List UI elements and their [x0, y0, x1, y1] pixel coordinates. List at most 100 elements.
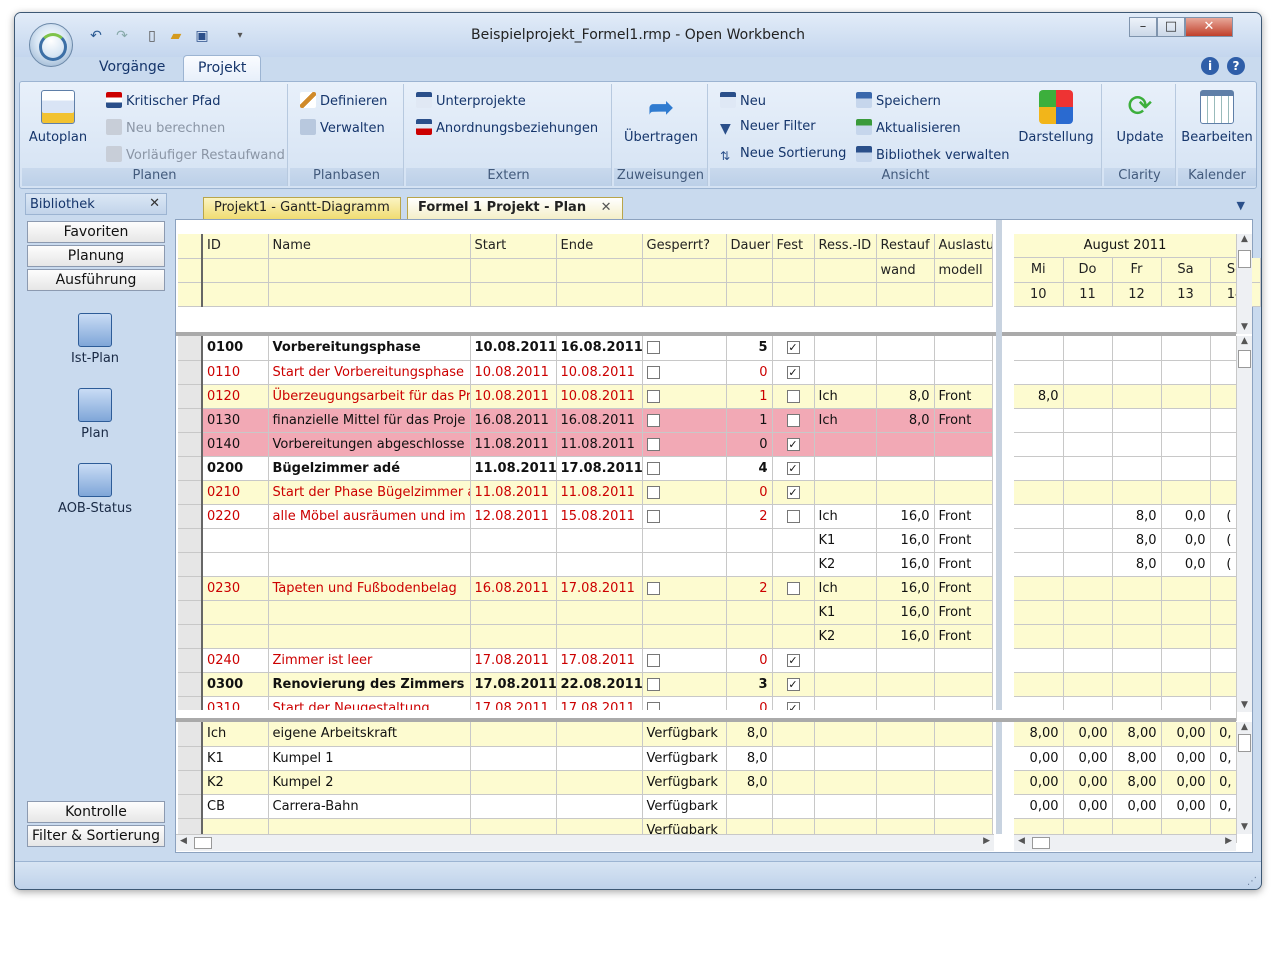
task-restaufwand[interactable]: [876, 360, 935, 385]
timescale-cell[interactable]: [1014, 528, 1064, 553]
resource-name[interactable]: Carrera-Bahn: [268, 794, 471, 819]
help-icon[interactable]: ?: [1227, 57, 1245, 75]
task-name[interactable]: Renovierung des Zimmers: [268, 672, 471, 697]
neuer-filter-button[interactable]: ▼ Neuer Filter: [720, 119, 816, 137]
row-selector[interactable]: [178, 624, 203, 649]
task-ende[interactable]: 17.08.2011: [556, 456, 643, 481]
resource-timescale-cell[interactable]: 8,00: [1112, 746, 1162, 771]
timescale-cell[interactable]: [1063, 600, 1113, 625]
row-selector[interactable]: [178, 408, 203, 433]
table-row[interactable]: K2 16,0 Front: [178, 552, 993, 577]
task-dauer[interactable]: [726, 624, 773, 649]
task-auslastung[interactable]: Front: [934, 600, 993, 625]
timescale-cell[interactable]: 8,0: [1112, 552, 1162, 577]
resource-value[interactable]: [726, 794, 773, 819]
resource-timescale-cell[interactable]: 8,00: [1014, 722, 1064, 747]
timescale-cell[interactable]: [1063, 408, 1113, 433]
resource-row[interactable]: Ich eigene Arbeitskraft Verfügbark 8,0: [178, 722, 993, 747]
task-ende[interactable]: 17.08.2011: [556, 576, 643, 601]
timescale-cell[interactable]: [1014, 552, 1064, 577]
row-selector[interactable]: [178, 432, 203, 457]
task-id[interactable]: [202, 600, 269, 625]
cal-scroll-left-icon[interactable]: ◀: [1018, 836, 1025, 846]
timescale-cell[interactable]: [1112, 408, 1162, 433]
bibliothek-verwalten-button[interactable]: Bibliothek verwalten: [856, 146, 1010, 163]
timescale-cell[interactable]: [1014, 504, 1064, 529]
timescale-cell[interactable]: [1161, 336, 1211, 361]
fest-checkbox[interactable]: ✓: [786, 365, 800, 379]
task-scrollbar[interactable]: ▲ ▼: [1236, 336, 1252, 712]
update-button[interactable]: ⟳ Update: [1106, 90, 1174, 146]
col-header-dauer[interactable]: Dauer: [726, 234, 773, 259]
fest-checkbox[interactable]: ✓: [786, 677, 800, 691]
task-id[interactable]: 0140: [202, 432, 269, 457]
task-dauer[interactable]: 5: [726, 336, 773, 361]
sidebar-button-planung[interactable]: Planung: [27, 245, 165, 267]
task-ress-id[interactable]: K1: [814, 600, 877, 625]
sidebar-button-filter-sortierung[interactable]: Filter & Sortierung: [27, 825, 165, 847]
col-header-start[interactable]: Start: [470, 234, 557, 259]
timescale-cell[interactable]: [1210, 384, 1237, 409]
timescale-cell[interactable]: [1210, 360, 1237, 385]
timescale-cell[interactable]: (: [1210, 504, 1237, 529]
autoplan-button[interactable]: Autoplan: [26, 90, 90, 145]
row-selector[interactable]: [178, 746, 203, 771]
row-selector[interactable]: [178, 672, 203, 697]
timescale-cell[interactable]: [1112, 624, 1162, 649]
resource-id[interactable]: Ich: [202, 722, 269, 747]
task-name[interactable]: [268, 600, 471, 625]
aktualisieren-button[interactable]: Aktualisieren: [856, 119, 961, 136]
task-dauer[interactable]: 0: [726, 480, 773, 505]
task-auslastung[interactable]: [934, 360, 993, 385]
task-ende[interactable]: 16.08.2011: [556, 408, 643, 433]
neue-sortierung-button[interactable]: ⇅ Neue Sortierung: [720, 146, 846, 164]
task-auslastung[interactable]: Front: [934, 384, 993, 409]
task-start[interactable]: 17.08.2011: [470, 648, 557, 673]
task-name[interactable]: Überzeugungsarbeit für das Pr: [268, 384, 471, 409]
timescale-cell[interactable]: [1014, 480, 1064, 505]
task-ress-id[interactable]: [814, 648, 877, 673]
tab-plan[interactable]: Formel 1 Projekt - Plan ✕: [407, 197, 623, 219]
task-dauer[interactable]: 0: [726, 432, 773, 457]
task-id[interactable]: 0100: [202, 336, 269, 361]
resource-value[interactable]: 8,0: [726, 746, 773, 771]
timescale-cell[interactable]: [1161, 456, 1211, 481]
task-restaufwand[interactable]: 16,0: [876, 552, 935, 577]
table-row[interactable]: K1 16,0 Front: [178, 600, 993, 625]
row-selector[interactable]: [178, 360, 203, 385]
timescale-cell[interactable]: [1210, 624, 1237, 649]
tab-vorgaenge[interactable]: Vorgänge: [85, 55, 179, 81]
close-button[interactable]: ✕: [1185, 17, 1233, 37]
resource-scroll-down-icon[interactable]: ▼: [1237, 822, 1252, 832]
task-ress-id[interactable]: K2: [814, 552, 877, 577]
task-restaufwand[interactable]: [876, 648, 935, 673]
task-ress-id[interactable]: [814, 456, 877, 481]
cal-scroll-right-icon[interactable]: ▶: [1225, 836, 1232, 846]
timescale-cell[interactable]: [1112, 384, 1162, 409]
row-selector[interactable]: [178, 600, 203, 625]
neu-button[interactable]: Neu: [720, 92, 766, 109]
timescale-cell[interactable]: [1210, 672, 1237, 697]
timescale-cell[interactable]: [1014, 360, 1064, 385]
gesperrt-checkbox[interactable]: [646, 485, 660, 499]
timescale-cell[interactable]: [1063, 624, 1113, 649]
task-ende[interactable]: 17.08.2011: [556, 648, 643, 673]
pane-splitter[interactable]: [996, 220, 1002, 834]
timescale-cell[interactable]: [1161, 624, 1211, 649]
resize-grip-icon[interactable]: ⋰: [1247, 876, 1257, 887]
timescale-cell[interactable]: [1063, 648, 1113, 673]
row-selector[interactable]: [178, 504, 203, 529]
timescale-cell[interactable]: [1014, 456, 1064, 481]
task-auslastung[interactable]: [934, 456, 993, 481]
task-ress-id[interactable]: [814, 672, 877, 697]
resource-timescale-cell[interactable]: 0,: [1210, 746, 1237, 771]
resource-name[interactable]: eigene Arbeitskraft: [268, 722, 471, 747]
scroll-left-arrow-icon[interactable]: ◀: [180, 836, 187, 846]
resource-timescale-cell[interactable]: 0,00: [1063, 770, 1113, 795]
timescale-cell[interactable]: [1112, 336, 1162, 361]
table-row[interactable]: 0110 Start der Vorbereitungsphase 10.08.20…: [178, 360, 993, 385]
resource-status[interactable]: Verfügbark: [642, 722, 727, 747]
task-auslastung[interactable]: Front: [934, 552, 993, 577]
timescale-cell[interactable]: [1014, 600, 1064, 625]
timescale-cell[interactable]: [1063, 432, 1113, 457]
